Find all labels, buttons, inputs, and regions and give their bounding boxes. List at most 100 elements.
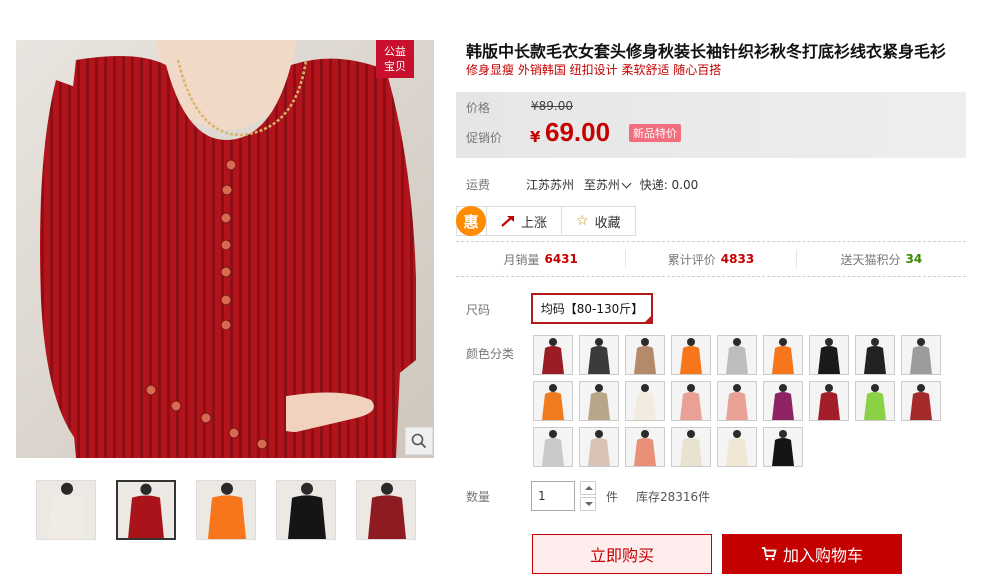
color-swatch[interactable]	[533, 427, 573, 467]
color-swatch[interactable]	[901, 335, 941, 375]
color-swatch[interactable]	[625, 427, 665, 467]
color-swatch[interactable]	[763, 381, 803, 421]
original-price-label: 价格	[466, 101, 491, 115]
color-swatch[interactable]	[717, 335, 757, 375]
trend-up-icon	[501, 216, 514, 227]
review-count[interactable]: 累计评价 4833	[625, 250, 795, 268]
size-option-selected[interactable]: 均码【80-130斤】	[531, 293, 653, 324]
swatch-model-image	[588, 338, 610, 374]
promo-badge: 新品特价	[629, 124, 681, 142]
add-to-cart-label: 加入购物车	[782, 546, 863, 565]
color-swatch[interactable]	[533, 381, 573, 421]
swatch-model-image	[542, 338, 564, 374]
favorite-button[interactable]: ☆ 收藏	[561, 207, 635, 235]
sweater-illustration	[40, 40, 416, 458]
color-swatch[interactable]	[717, 381, 757, 421]
shipping-destination[interactable]: 至苏州	[584, 178, 640, 192]
swatch-model-image	[542, 384, 564, 420]
shipping-row: 江苏苏州 至苏州 快递: 0.00	[526, 176, 698, 193]
color-swatch[interactable]	[671, 427, 711, 467]
product-title: 韩版中长款毛衣女套头修身秋装长袖针织衫秋冬打底衫线衣紧身毛衫	[466, 42, 947, 61]
price-trend-label: 上涨	[521, 215, 548, 231]
swatch-model-image	[910, 338, 932, 374]
swatch-model-image	[818, 384, 840, 420]
charity-badge: 公益 宝贝	[376, 40, 414, 78]
swatch-model-image	[910, 384, 932, 420]
color-swatch[interactable]	[855, 335, 895, 375]
swatch-model-image	[726, 384, 748, 420]
color-swatch[interactable]	[671, 335, 711, 375]
color-swatch[interactable]	[625, 381, 665, 421]
color-swatch[interactable]	[763, 427, 803, 467]
currency-symbol: ¥	[530, 128, 541, 146]
action-bar: 惠 上涨 ☆ 收藏	[456, 206, 636, 236]
color-swatch[interactable]	[809, 335, 849, 375]
buy-now-button[interactable]: 立即购买	[532, 534, 712, 574]
color-swatch[interactable]	[579, 335, 619, 375]
color-swatch[interactable]	[809, 381, 849, 421]
color-swatch[interactable]	[855, 381, 895, 421]
color-swatch[interactable]	[671, 381, 711, 421]
thumbnail-strip	[36, 480, 416, 540]
shipping-label: 运费	[466, 178, 491, 192]
tmall-points-value: 34	[905, 252, 923, 266]
swatch-model-image	[588, 384, 610, 420]
swatch-model-image	[864, 384, 886, 420]
product-subtitle: 修身显瘦 外销韩国 纽扣设计 柔软舒适 随心百搭	[466, 63, 722, 77]
favorite-label: 收藏	[594, 215, 621, 231]
thumbnail-5[interactable]	[356, 480, 416, 540]
color-swatch[interactable]	[717, 427, 757, 467]
main-product-image[interactable]: 公益 宝贝	[16, 40, 434, 458]
quantity-input[interactable]: 1	[531, 481, 575, 511]
quantity-decrease-button[interactable]	[580, 497, 596, 511]
chevron-down-icon	[621, 178, 632, 189]
swatch-model-image	[726, 338, 748, 374]
swatch-model-image	[588, 430, 610, 466]
zoom-button[interactable]	[405, 427, 433, 455]
add-to-cart-button[interactable]: 加入购物车	[722, 534, 902, 574]
thumbnail-1[interactable]	[36, 480, 96, 540]
stats-bar: 月销量 6431 累计评价 4833 送天猫积分 34	[456, 241, 966, 277]
quantity-unit: 件	[606, 490, 619, 504]
color-label: 颜色分类	[466, 347, 515, 361]
swatch-model-image	[680, 430, 702, 466]
hui-discount-icon[interactable]: 惠	[456, 206, 486, 236]
charity-badge-line1: 公益	[384, 45, 406, 58]
monthly-sales: 月销量 6431	[456, 242, 625, 276]
promo-price: 69.00	[545, 117, 611, 147]
color-swatch[interactable]	[625, 335, 665, 375]
shipping-from: 江苏苏州	[526, 178, 575, 192]
swatch-model-image	[772, 338, 794, 374]
monthly-sales-label: 月销量	[503, 252, 540, 267]
swatch-model-image	[726, 430, 748, 466]
price-trend-button[interactable]: 上涨	[486, 207, 561, 235]
swatch-model-image	[634, 338, 656, 374]
thumbnail-4[interactable]	[276, 480, 336, 540]
swatch-model-image	[680, 338, 702, 374]
cart-icon	[761, 547, 777, 561]
promo-price-label: 促销价	[466, 131, 503, 145]
color-swatch[interactable]	[579, 381, 619, 421]
color-swatch[interactable]	[533, 335, 573, 375]
swatch-model-image	[634, 384, 656, 420]
quantity-increase-button[interactable]	[580, 481, 596, 495]
color-swatch[interactable]	[763, 335, 803, 375]
swatch-model-image	[772, 384, 794, 420]
review-count-label: 累计评价	[667, 252, 716, 267]
swatch-model-image	[818, 338, 840, 374]
size-label: 尺码	[466, 303, 491, 317]
shipping-express: 快递: 0.00	[639, 178, 699, 192]
charity-badge-line2: 宝贝	[384, 60, 406, 73]
thumbnail-2[interactable]	[116, 480, 176, 540]
shipping-destination-label: 至苏州	[583, 178, 620, 192]
selected-check-icon	[643, 314, 653, 324]
color-swatch[interactable]	[901, 381, 941, 421]
color-swatch[interactable]	[579, 427, 619, 467]
thumbnail-3[interactable]	[196, 480, 256, 540]
swatch-model-image	[864, 338, 886, 374]
stock-count: 库存28316件	[636, 490, 711, 504]
swatch-model-image	[634, 430, 656, 466]
quantity-label: 数量	[466, 490, 491, 504]
monthly-sales-value: 6431	[544, 252, 578, 266]
swatch-model-image	[772, 430, 794, 466]
